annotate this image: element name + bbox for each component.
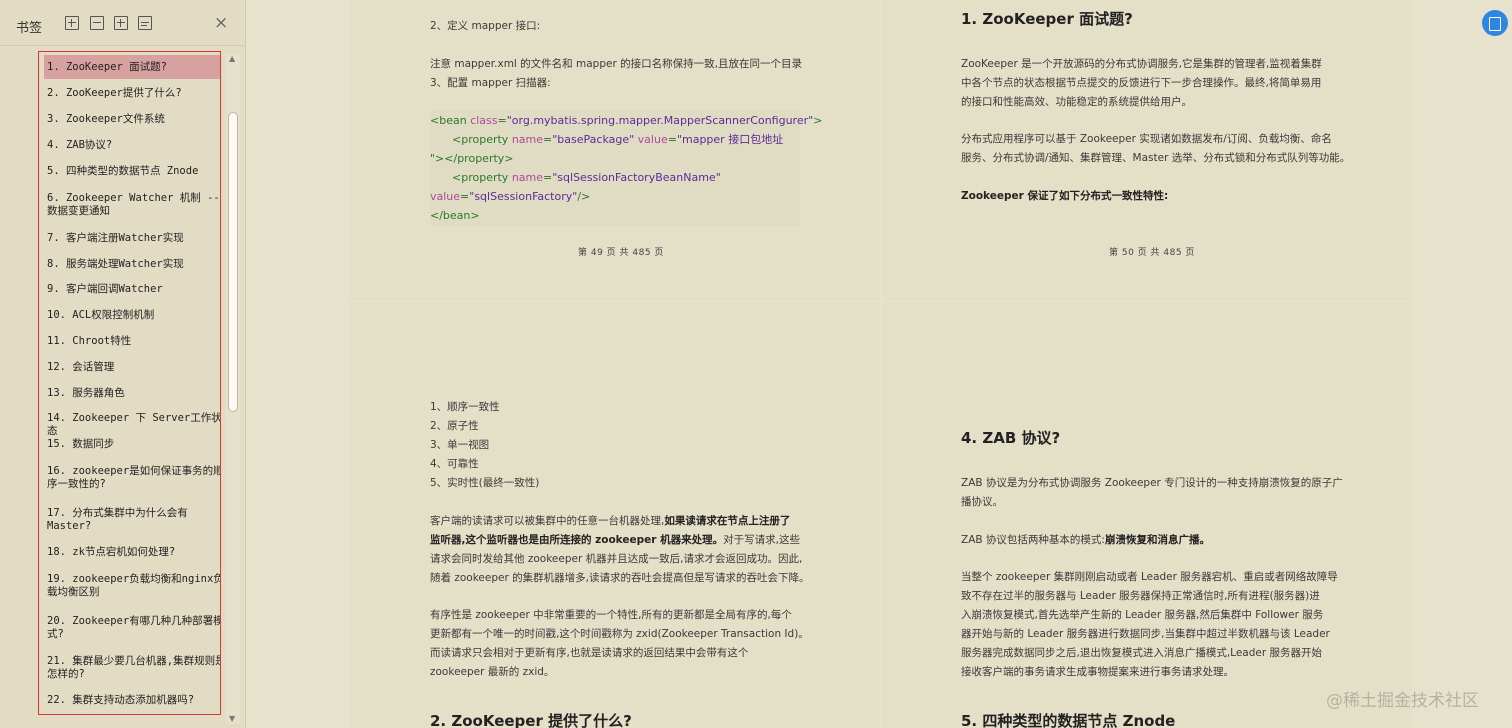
bookmark-item-14[interactable]: 14. Zookeeper 下 Server工作状态 <box>44 412 220 438</box>
bookmark-item-12[interactable]: 12. 会话管理 <box>44 361 220 374</box>
page-51: 1、顺序一致性 2、原子性 3、单一视图 4、可靠性 5、实时性(最终一致性) … <box>350 302 880 728</box>
page52-line: 入崩溃恢复模式,首先选举产生新的 Leader 服务器,然后集群中 Follow… <box>961 609 1324 621</box>
collapse-all-icon[interactable] <box>90 16 104 30</box>
list-item: 1、顺序一致性 <box>430 401 500 413</box>
bookmark-item-9[interactable]: 9. 客户端回调Watcher <box>44 283 220 296</box>
sidebar-header: 书签 × <box>0 0 246 46</box>
bookmark-item-19[interactable]: 19. zookeeper负载均衡和nginx负载均衡区别 <box>44 573 220 599</box>
page49-line-2: 注意 mapper.xml 的文件名和 mapper 的接口名称保持一致,且放在… <box>430 58 802 70</box>
section-heading: 1. ZooKeeper 面试题? <box>961 10 1133 28</box>
bookmark-item-15[interactable]: 15. 数据同步 <box>44 438 220 451</box>
bookmark-item-18[interactable]: 18. zk节点宕机如何处理? <box>44 546 220 559</box>
bookmark-item-10[interactable]: 10. ACL权限控制机制 <box>44 309 220 322</box>
page51-line: 有序性是 zookeeper 中非常重要的一个特性,所有的更新都是全局有序的,每… <box>430 609 792 621</box>
list-item: 5、实时性(最终一致性) <box>430 477 540 489</box>
bookmark-item-5[interactable]: 5. 四种类型的数据节点 Znode <box>44 165 220 178</box>
page51-line: 更新都有一个唯一的时间戳,这个时间戳称为 zxid(Zookeeper Tran… <box>430 628 809 640</box>
page51-line: zookeeper 最新的 zxid。 <box>430 666 555 678</box>
page52-line: ZAB 协议是为分布式协调服务 Zookeeper 专门设计的一种支持崩溃恢复的… <box>961 477 1343 489</box>
page52-line: 致不存在过半的服务器与 Leader 服务器保持正常通信时,所有进程(服务器)进 <box>961 590 1320 602</box>
page49-line-1: 2、定义 mapper 接口: <box>430 20 541 32</box>
page51-line: 随着 zookeeper 的集群机器增多,读请求的吞吐会提高但是写请求的吞吐会下… <box>430 572 810 584</box>
page51-line: 监听器,这个监听器也是由所连接的 zookeeper 机器来处理。对于写请求,这… <box>430 534 800 546</box>
list-item: 3、单一视图 <box>430 439 490 451</box>
bookmark-settings-icon[interactable] <box>138 16 152 30</box>
scroll-up-icon[interactable]: ▲ <box>229 54 235 63</box>
add-bookmark-icon[interactable] <box>114 16 128 30</box>
floating-tool-icon[interactable] <box>1482 10 1508 36</box>
code-line-2: <property name="basePackage" value="mapp… <box>452 133 784 146</box>
page-number: 第 49 页 共 485 页 <box>578 248 664 258</box>
page51-line: 请求会同时发给其他 zookeeper 机器并且达成一致后,请求才会返回成功。因… <box>430 553 803 565</box>
bookmark-item-22[interactable]: 22. 集群支持动态添加机器吗? <box>44 694 220 707</box>
page50-line-bold: Zookeeper 保证了如下分布式一致性特性: <box>961 190 1169 202</box>
code-line-5: value="sqlSessionFactory"/> <box>430 190 591 203</box>
bookmark-sidebar: 书签 × 1. ZooKeeper 面试题? 2. ZooKeeper提供了什么… <box>0 0 246 728</box>
bookmark-item-6[interactable]: 6. Zookeeper Watcher 机制 -- 数据变更通知 <box>44 192 220 218</box>
sidebar-scroll-thumb[interactable] <box>228 112 238 412</box>
code-line-3: "></property> <box>430 152 514 165</box>
page-52: 4. ZAB 协议? ZAB 协议是为分布式协调服务 Zookeeper 专门设… <box>882 302 1412 728</box>
code-block: <bean class="org.mybatis.spring.mapper.M… <box>430 110 822 226</box>
section-heading: 2. ZooKeeper 提供了什么? <box>430 712 632 728</box>
page-50: 1. ZooKeeper 面试题? ZooKeeper 是一个开放源码的分布式协… <box>882 0 1412 300</box>
page51-line: 客户端的读请求可以被集群中的任意一台机器处理,如果读请求在节点上注册了 <box>430 515 791 527</box>
watermark: @稀土掘金技术社区 <box>1326 691 1479 711</box>
bookmark-item-21[interactable]: 21. 集群最少要几台机器,集群规则是怎样的? <box>44 655 220 681</box>
bookmark-item-7[interactable]: 7. 客户端注册Watcher实现 <box>44 232 220 245</box>
page52-line: 服务器完成数据同步之后,退出恢复模式进入消息广播模式,Leader 服务器开始 <box>961 647 1323 659</box>
page52-line: 当整个 zookeeper 集群刚刚启动或者 Leader 服务器宕机、重启或者… <box>961 571 1338 583</box>
bookmark-item-11[interactable]: 11. Chroot特性 <box>44 335 220 348</box>
expand-all-icon[interactable] <box>65 16 79 30</box>
page50-line: 分布式应用程序可以基于 Zookeeper 实现诸如数据发布/订阅、负载均衡、命… <box>961 133 1332 145</box>
bookmark-item-8[interactable]: 8. 服务端处理Watcher实现 <box>44 258 220 271</box>
scroll-down-icon[interactable]: ▼ <box>229 714 235 723</box>
page50-line: ZooKeeper 是一个开放源码的分布式协调服务,它是集群的管理者,监视着集群 <box>961 58 1322 70</box>
bookmark-item-16[interactable]: 16. zookeeper是如何保证事务的顺序一致性的? <box>44 465 220 491</box>
bookmark-item-2[interactable]: 2. ZooKeeper提供了什么? <box>44 87 220 100</box>
list-item: 2、原子性 <box>430 420 479 432</box>
page50-line: 的接口和性能高效、功能稳定的系统提供给用户。 <box>961 96 1192 108</box>
page49-line-3: 3、配置 mapper 扫描器: <box>430 77 551 89</box>
bookmark-list: 1. ZooKeeper 面试题? 2. ZooKeeper提供了什么? 3. … <box>38 51 221 715</box>
bookmark-item-1[interactable]: 1. ZooKeeper 面试题? <box>44 55 220 79</box>
page51-line: 而读请求只会相对于更新有序,也就是读请求的返回结果中会带有这个 <box>430 647 749 659</box>
section-heading: 4. ZAB 协议? <box>961 429 1061 447</box>
bookmark-item-17[interactable]: 17. 分布式集群中为什么会有Master? <box>44 507 220 533</box>
sidebar-scrollbar[interactable]: ▲ ▼ <box>226 54 240 724</box>
page52-line: 器开始与新的 Leader 服务器进行数据同步,当集群中超过半数机器与该 Lea… <box>961 628 1330 640</box>
sidebar-title: 书签 <box>16 21 43 36</box>
close-sidebar-button[interactable]: × <box>214 13 228 33</box>
bookmark-item-20[interactable]: 20. Zookeeper有哪几种几种部署模式? <box>44 615 220 641</box>
page50-line: 中各个节点的状态根据节点提交的反馈进行下一步合理操作。最终,将简单易用 <box>961 77 1322 89</box>
section-heading: 5. 四种类型的数据节点 Znode <box>961 712 1176 728</box>
page-49: 2、定义 mapper 接口: 注意 mapper.xml 的文件名和 mapp… <box>350 0 880 300</box>
page52-line: 接收客户端的事务请求生成事物提案来进行事务请求处理。 <box>961 666 1234 678</box>
code-line-1: <bean class="org.mybatis.spring.mapper.M… <box>430 114 823 127</box>
bookmark-item-13[interactable]: 13. 服务器角色 <box>44 387 220 400</box>
bookmark-item-3[interactable]: 3. Zookeeper文件系统 <box>44 113 220 126</box>
page-number: 第 50 页 共 485 页 <box>1109 248 1195 258</box>
page50-line: 服务、分布式协调/通知、集群管理、Master 选举、分布式锁和分布式队列等功能… <box>961 152 1351 164</box>
list-item: 4、可靠性 <box>430 458 479 470</box>
bookmark-item-4[interactable]: 4. ZAB协议? <box>44 139 220 152</box>
code-line-6: </bean> <box>430 209 480 222</box>
code-line-4: <property name="sqlSessionFactoryBeanNam… <box>452 171 721 184</box>
page52-line: 播协议。 <box>961 496 1003 508</box>
page52-line: ZAB 协议包括两种基本的模式:崩溃恢复和消息广播。 <box>961 534 1210 546</box>
